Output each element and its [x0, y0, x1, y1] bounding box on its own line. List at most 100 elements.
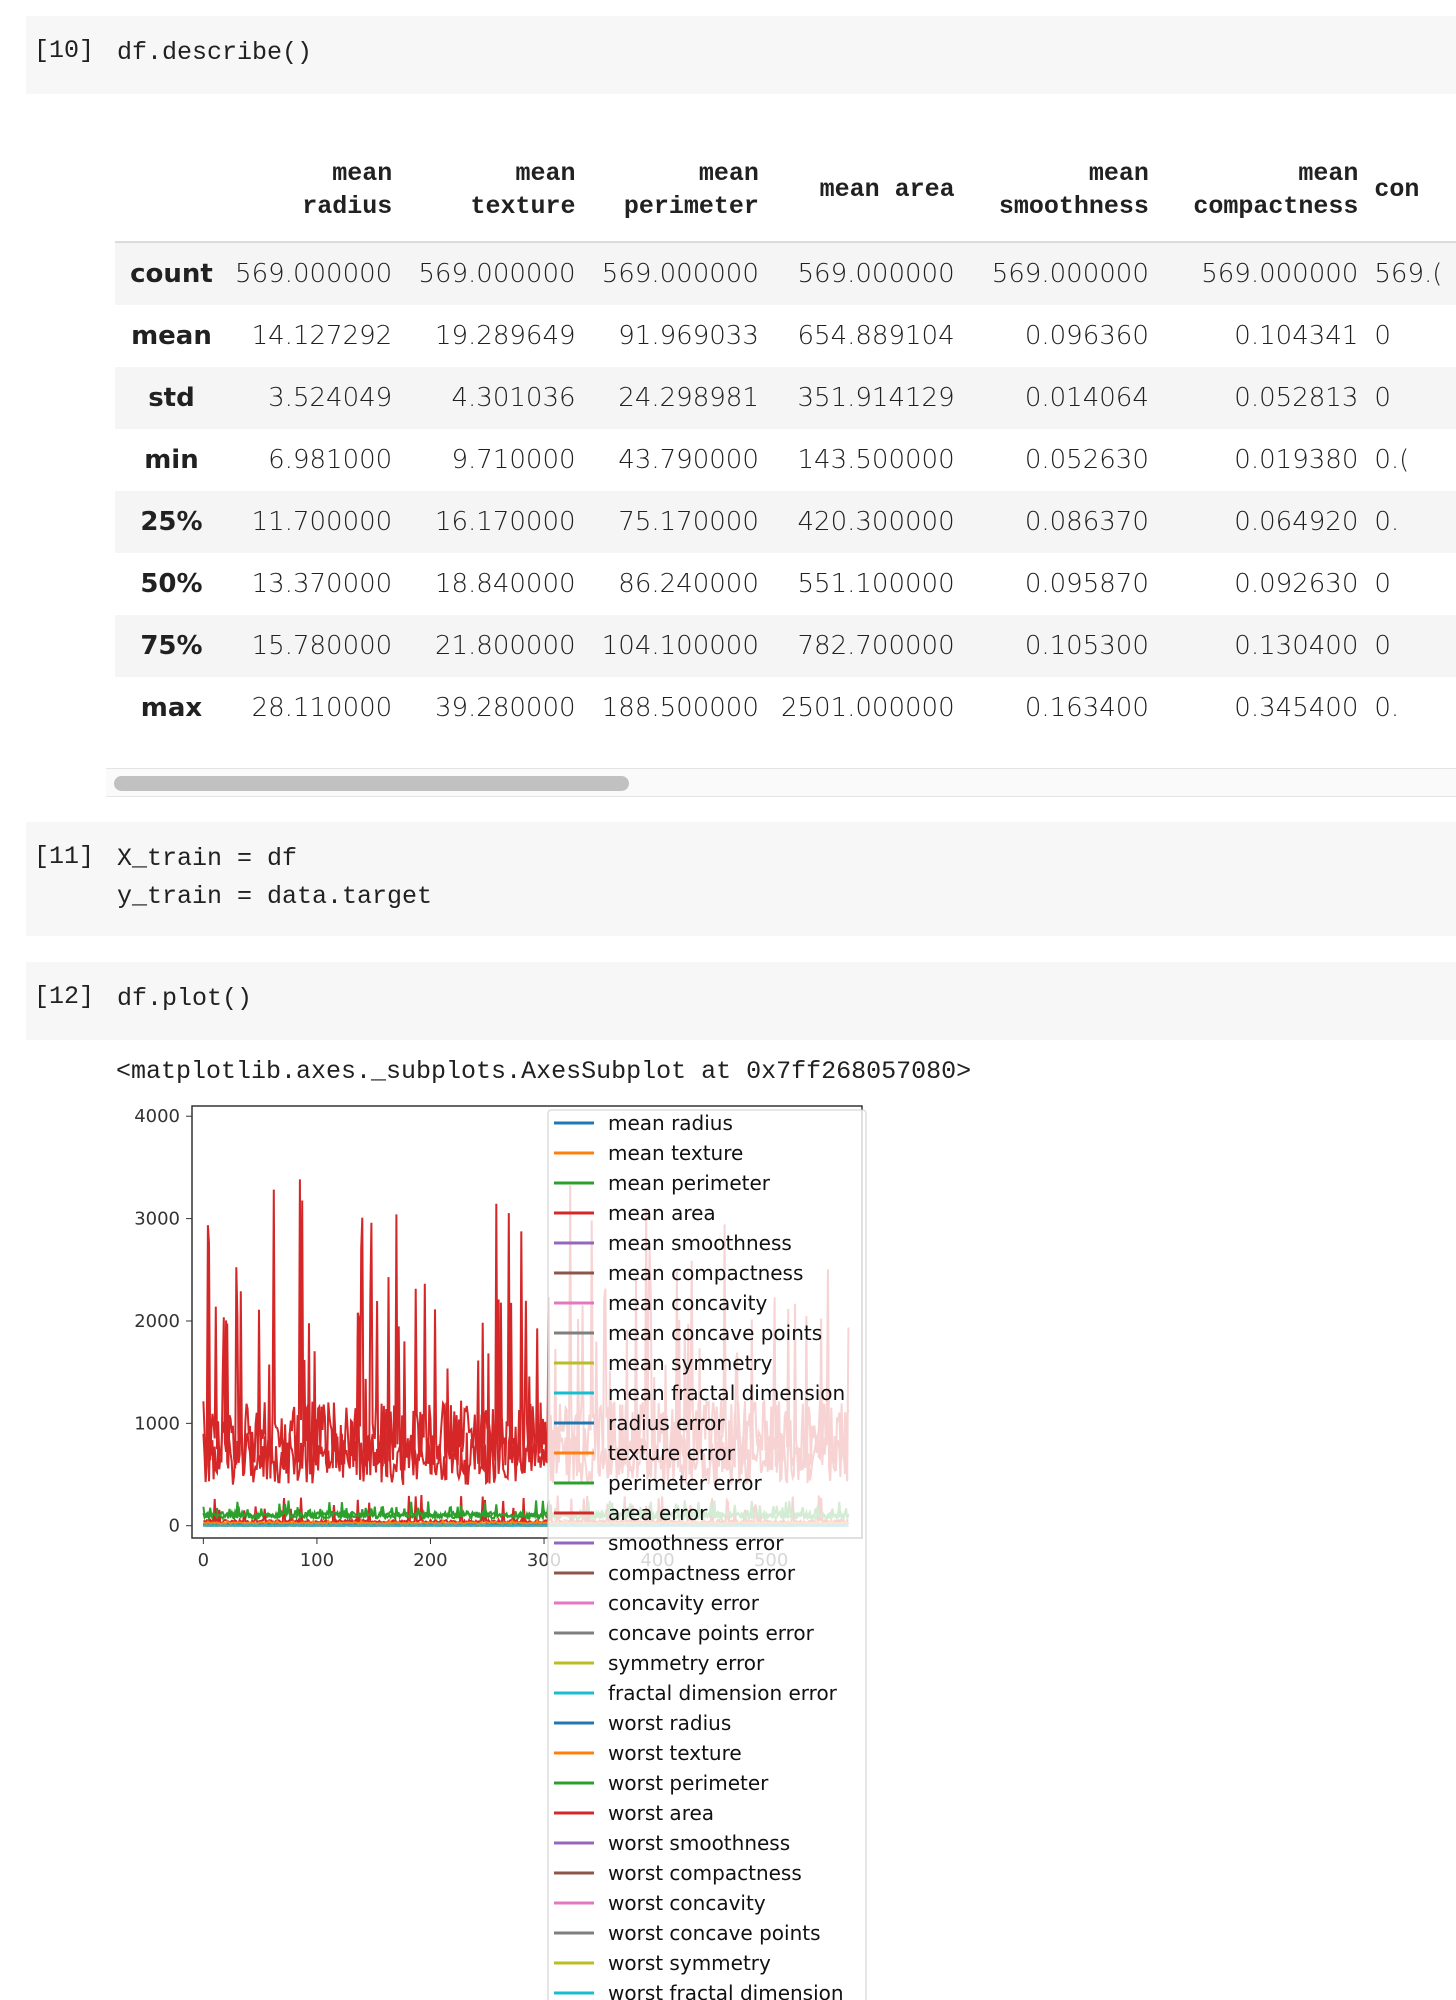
- table-cell: 11.700000: [251, 507, 393, 537]
- legend-label: concave points error: [608, 1621, 815, 1645]
- legend-label: mean smoothness: [608, 1231, 792, 1255]
- x-tick-label: 100: [300, 1550, 334, 1571]
- table-cell: 28.110000: [251, 693, 393, 723]
- table-row: count 569.000000 569.000000 569.000000 569.0…: [115, 242, 1456, 305]
- table-cell: 14.127292: [251, 321, 393, 351]
- table-cell: 0.052630: [1024, 445, 1149, 475]
- table-cell: 9.710000: [451, 445, 576, 475]
- table-cell: 16.170000: [434, 507, 576, 537]
- table-cell: 569.000000: [418, 259, 576, 289]
- table-cell: 569.000000: [991, 259, 1149, 289]
- code-text[interactable]: df.plot(): [117, 980, 252, 1018]
- table-cell: 0.104341: [1234, 321, 1359, 351]
- row-label: count: [130, 259, 213, 289]
- legend-label: radius error: [608, 1411, 725, 1435]
- legend-label: mean symmetry: [608, 1351, 773, 1375]
- legend-label: mean concavity: [608, 1291, 767, 1315]
- table-cell: 0.064920: [1234, 507, 1359, 537]
- row-label: min: [144, 445, 199, 475]
- table-cell: 0.086370: [1024, 507, 1149, 537]
- legend-label: worst concave points: [608, 1921, 821, 1945]
- row-label: 25%: [140, 507, 203, 537]
- legend: mean radius mean texture mean perimeter mea…: [547, 1109, 867, 2000]
- legend-label: area error: [608, 1501, 708, 1525]
- table-cell: 0.130400: [1234, 631, 1359, 661]
- execution-count: [12]: [34, 982, 95, 1011]
- legend-label: worst smoothness: [608, 1831, 790, 1855]
- row-label: max: [140, 693, 203, 723]
- table-row: 75% 15.780000 21.800000 104.100000 782.70000…: [115, 615, 1456, 677]
- legend-label: mean compactness: [608, 1261, 803, 1285]
- table-cell: 6.981000: [268, 445, 393, 475]
- plot-repr-output: <matplotlib.axes._subplots.AxesSubplot a…: [116, 1057, 972, 1086]
- describe-output-table: mean radius mean texture mean perimeter mean a…: [115, 138, 1456, 798]
- table-cell: 0.105300: [1024, 631, 1149, 661]
- table-row: mean 14.127292 19.289649 91.969033 654.88910…: [115, 305, 1456, 367]
- legend-label: compactness error: [608, 1561, 796, 1585]
- row-label: 75%: [140, 631, 203, 661]
- execution-count: [11]: [34, 842, 95, 871]
- table-cell: 0.096360: [1024, 321, 1149, 351]
- table-cell: 569.000000: [601, 259, 759, 289]
- y-tick-label: 1000: [134, 1413, 180, 1434]
- table-cell: 0.: [1374, 693, 1400, 723]
- legend-label: worst compactness: [608, 1861, 802, 1885]
- table-cell: 0.019380: [1234, 445, 1359, 475]
- table-row: 25% 11.700000 16.170000 75.170000 420.300000…: [115, 491, 1456, 553]
- code-cell-12[interactable]: [12] df.plot(): [26, 962, 1456, 1040]
- table-row: min 6.981000 9.710000 43.790000 143.500000 0.…: [115, 429, 1456, 491]
- legend-label: worst concavity: [608, 1891, 766, 1915]
- table-cell: 0.014064: [1024, 383, 1149, 413]
- legend-label: mean area: [608, 1201, 716, 1225]
- legend-label: mean perimeter: [608, 1171, 771, 1195]
- column-header: mean perimeter: [623, 158, 759, 221]
- table-cell: 0.095870: [1024, 569, 1149, 599]
- legend-label: symmetry error: [608, 1651, 765, 1675]
- code-cell-11[interactable]: [11] X_train = df y_train = data.target: [26, 822, 1456, 936]
- column-header: con: [1374, 175, 1420, 204]
- code-text[interactable]: X_train = df y_train = data.target: [117, 840, 432, 916]
- legend-label: perimeter error: [608, 1471, 762, 1495]
- table-cell: 0.052813: [1234, 383, 1359, 413]
- legend-label: worst area: [608, 1801, 714, 1825]
- legend-label: worst perimeter: [608, 1771, 769, 1795]
- legend-label: worst texture: [608, 1741, 742, 1765]
- table-cell: 143.500000: [797, 445, 955, 475]
- table-cell: 569.000000: [797, 259, 955, 289]
- table-cell: 0.(: [1374, 445, 1410, 475]
- table-cell: 75.170000: [618, 507, 759, 537]
- table-cell: 13.370000: [251, 569, 393, 599]
- table-cell: 654.889104: [797, 321, 955, 351]
- column-header: mean compactness: [1193, 158, 1359, 221]
- column-header: mean area: [819, 175, 955, 204]
- table-cell: 19.289649: [434, 321, 576, 351]
- y-tick-label: 2000: [134, 1311, 180, 1332]
- legend-label: worst symmetry: [608, 1951, 771, 1975]
- legend-label: mean fractal dimension: [608, 1381, 845, 1405]
- code-cell-10[interactable]: [10] df.describe(): [26, 16, 1456, 94]
- table-cell: 0.092630: [1234, 569, 1359, 599]
- line-plot: 010020030040050001000200030004000 mean r…: [134, 1105, 867, 2000]
- y-tick-label: 4000: [134, 1106, 180, 1127]
- table-cell: 86.240000: [618, 569, 759, 599]
- table-cell: 104.100000: [601, 631, 759, 661]
- table-cell: 3.524049: [268, 383, 393, 413]
- table-cell: 351.914129: [797, 383, 955, 413]
- table-cell: 0.: [1374, 507, 1400, 537]
- table-cell: 0: [1374, 631, 1391, 661]
- legend-label: concavity error: [608, 1591, 760, 1615]
- x-tick-label: 0: [198, 1550, 209, 1571]
- code-text[interactable]: df.describe(): [117, 34, 312, 72]
- execution-count: [10]: [34, 36, 95, 65]
- legend-label: texture error: [608, 1441, 736, 1465]
- table-cell: 0: [1374, 383, 1391, 413]
- table-corner: [115, 138, 228, 242]
- table-row: max 28.110000 39.280000 188.500000 2501.0000…: [115, 677, 1456, 739]
- scrollbar-thumb[interactable]: [114, 776, 629, 791]
- table-cell: 2501.000000: [780, 693, 955, 723]
- legend-label: fractal dimension error: [608, 1681, 838, 1705]
- legend-label: worst radius: [608, 1711, 731, 1735]
- table-cell: 551.100000: [797, 569, 955, 599]
- horizontal-scrollbar[interactable]: [106, 768, 1456, 797]
- row-label: mean: [131, 321, 212, 351]
